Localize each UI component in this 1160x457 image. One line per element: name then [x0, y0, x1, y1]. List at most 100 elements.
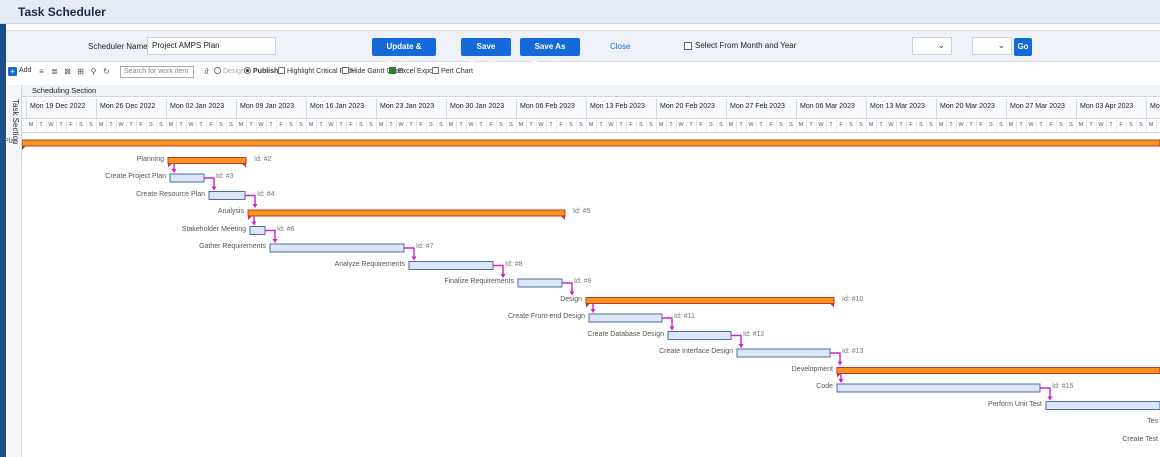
summary-bar-end-marker[interactable]	[561, 216, 565, 220]
day-letter: W	[958, 122, 964, 128]
dependency-arrow[interactable]	[590, 309, 596, 313]
summary-bar[interactable]	[585, 297, 835, 304]
week-label: Mon 13 Feb 2023	[590, 103, 645, 110]
day-letter: T	[249, 122, 253, 128]
task-bar[interactable]	[836, 383, 1041, 393]
summary-bar[interactable]	[22, 139, 1160, 147]
summary-bar[interactable]	[836, 367, 1160, 374]
week-label: Mon	[1150, 103, 1160, 110]
task-label: Code	[816, 383, 833, 390]
expand-icon[interactable]: ⊞	[76, 67, 85, 76]
dependency-arrow[interactable]	[251, 221, 257, 226]
indent-icon[interactable]: ≡	[37, 67, 46, 76]
task-bar[interactable]	[269, 243, 405, 253]
task-id-label: Id: #2	[254, 155, 272, 163]
summary-bar[interactable]	[247, 209, 566, 217]
dependency-arrow[interactable]	[837, 361, 843, 366]
select-month-year-checkbox[interactable]	[684, 42, 692, 50]
week-label: Mon 23 Jan 2023	[380, 103, 435, 110]
task-bar[interactable]	[249, 226, 266, 235]
excel-icon	[389, 67, 396, 74]
week-label: Mon 30 Jan 2023	[450, 103, 505, 110]
summary-bar-end-marker[interactable]	[830, 303, 834, 308]
dependency-link[interactable]	[1040, 387, 1051, 398]
dependency-arrow[interactable]	[669, 326, 675, 331]
dependency-arrow[interactable]	[211, 186, 217, 191]
summary-bar-start-marker[interactable]	[22, 146, 26, 150]
day-letter: W	[888, 122, 894, 128]
day-letter: F	[1119, 122, 1123, 128]
day-letter: T	[1089, 122, 1093, 128]
update-continue-button[interactable]: Update & Continue	[372, 38, 436, 69]
day-letter: M	[938, 122, 944, 128]
day-letter: W	[48, 122, 54, 128]
dependency-arrow[interactable]	[1047, 396, 1053, 401]
task-bar[interactable]	[667, 331, 732, 340]
week-label: Mon 03 Apr 2023	[1080, 103, 1134, 110]
dependency-arrow[interactable]	[838, 379, 844, 383]
collapse-icon[interactable]: ⊠	[63, 67, 72, 76]
day-letter: S	[1069, 122, 1073, 128]
summary-bar-start-marker[interactable]	[586, 303, 590, 308]
summary-bar-start-marker[interactable]	[168, 163, 172, 168]
dependency-arrow[interactable]	[738, 344, 744, 348]
design-label: Design	[223, 68, 245, 75]
task-label: Create Database Design	[587, 330, 664, 338]
publish-radio[interactable]: Publish	[244, 67, 278, 75]
task-bar[interactable]	[408, 261, 494, 270]
day-letter: W	[118, 122, 124, 128]
dependency-link[interactable]	[662, 317, 673, 328]
task-bar[interactable]	[1045, 401, 1160, 410]
day-letter: S	[789, 122, 793, 128]
task-bar[interactable]	[169, 173, 205, 183]
task-id-label: Id: #7	[416, 243, 434, 250]
save-as-template-button[interactable]: Save As Template	[520, 38, 580, 69]
pert-chart-button[interactable]: Pert Chart	[432, 67, 473, 75]
task-bar[interactable]	[208, 191, 246, 200]
dependency-link[interactable]	[204, 177, 215, 188]
add-button[interactable]: Add	[19, 67, 31, 74]
task-id-label: Id: #6	[277, 225, 295, 233]
day-letter: S	[919, 122, 923, 128]
task-label: Planning	[136, 155, 164, 163]
task-bar[interactable]	[736, 348, 831, 358]
task-bar[interactable]	[588, 313, 663, 323]
outdent-icon[interactable]: ≣	[50, 67, 59, 76]
zoom-icon[interactable]: ⚲	[89, 67, 98, 76]
day-letter: S	[369, 122, 373, 128]
dependency-link[interactable]	[562, 282, 573, 293]
summary-bar-start-marker[interactable]	[248, 216, 252, 220]
dependency-link[interactable]	[830, 352, 841, 363]
dependency-link[interactable]	[245, 194, 256, 206]
day-letter: T	[269, 122, 273, 128]
week-label: Mon 27 Mar 2023	[1010, 103, 1065, 110]
dependency-arrow[interactable]	[411, 256, 417, 261]
refresh-icon[interactable]: ↻	[102, 67, 111, 76]
dependency-arrow[interactable]	[272, 239, 278, 243]
dependency-link[interactable]	[265, 229, 276, 241]
day-letter: T	[739, 122, 743, 128]
dependency-link[interactable]	[731, 334, 742, 346]
summary-bar[interactable]	[167, 157, 247, 164]
save-baseline-button[interactable]: Save Baseline	[461, 38, 511, 69]
link-icon[interactable]: ∂	[202, 67, 211, 76]
dependency-arrow[interactable]	[252, 204, 258, 208]
week-divider	[96, 99, 97, 119]
scheduler-name-input[interactable]: Project AMPS Plan	[147, 37, 276, 55]
design-radio[interactable]: Design	[214, 67, 245, 75]
search-input[interactable]: Search for work item	[120, 66, 194, 78]
add-icon[interactable]: +	[8, 67, 17, 76]
excel-export-button[interactable]: Excel Export	[389, 67, 437, 75]
dependency-link[interactable]	[404, 247, 415, 258]
dependency-arrow[interactable]	[171, 169, 177, 173]
day-letter: M	[448, 122, 454, 128]
dependency-link[interactable]	[493, 264, 504, 276]
month-select[interactable]: ⌄	[912, 37, 952, 55]
go-button[interactable]: Go	[1014, 38, 1032, 56]
day-letter: F	[699, 122, 703, 128]
year-select[interactable]: ⌄	[972, 37, 1012, 55]
summary-bar-end-marker[interactable]	[242, 163, 246, 168]
day-letter: S	[639, 122, 643, 128]
close-link[interactable]: Close	[610, 42, 630, 51]
task-bar[interactable]	[517, 278, 563, 288]
